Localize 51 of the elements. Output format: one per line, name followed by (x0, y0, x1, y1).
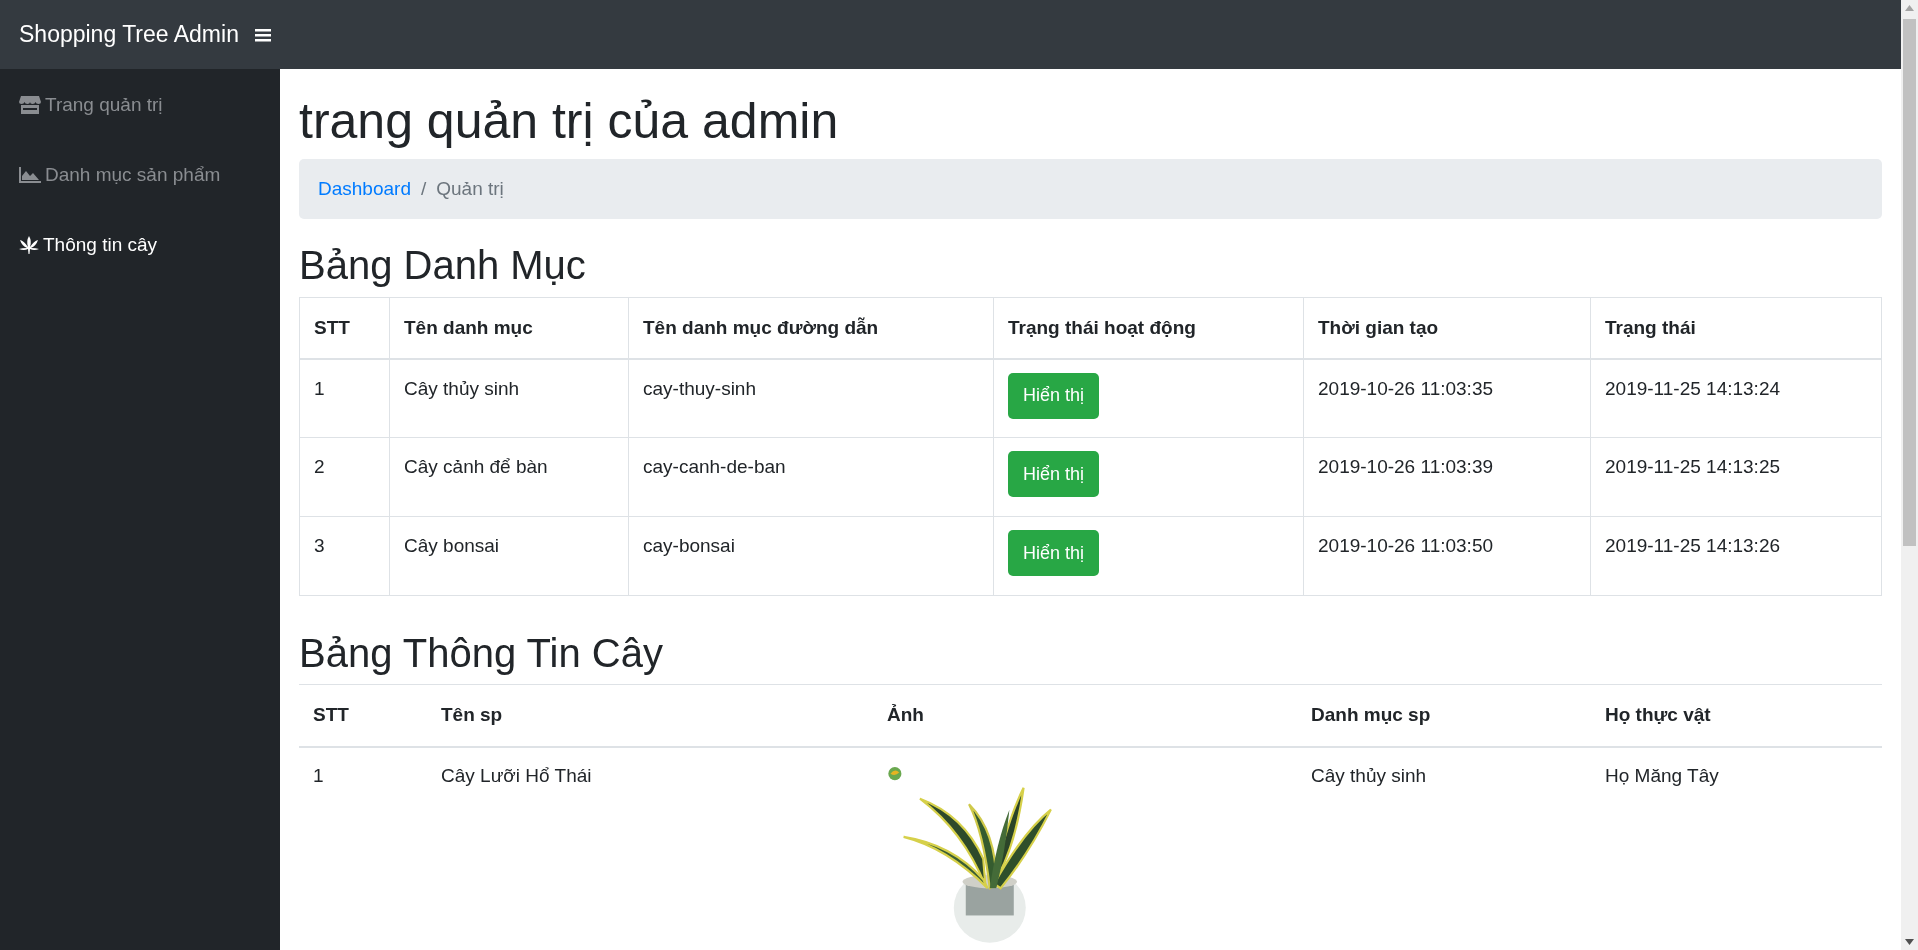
table-cell: 2019-10-26 11:03:50 (1303, 516, 1591, 596)
table-cell: 2 (299, 437, 390, 517)
scrollbar[interactable] (1901, 0, 1918, 950)
scrollbar-thumb[interactable] (1903, 19, 1916, 546)
column-header: Thời gian tạo (1303, 297, 1591, 359)
table-cell: Cây thủy sinh (389, 358, 629, 438)
table-cell: Cây bonsai (389, 516, 629, 596)
table-cell: Cây cảnh để bàn (389, 437, 629, 517)
column-header: STT (299, 297, 390, 359)
scroll-down-icon[interactable] (1905, 939, 1914, 945)
section-heading: Bảng Thông Tin Cây (299, 630, 664, 677)
breadcrumb-current: Quản trị (436, 176, 504, 201)
table-cell: 1 (299, 358, 390, 438)
column-header: Trạng thái hoạt động (993, 297, 1304, 359)
table-cell: cay-thuy-sinh (628, 358, 994, 438)
breadcrumb-separator: / (419, 176, 428, 201)
menu-icon[interactable] (254, 27, 271, 42)
store-icon (19, 96, 41, 114)
table-cell: Cây thủy sinh (1297, 746, 1591, 947)
table-cell: 3 (299, 516, 390, 596)
brand-link[interactable]: Shopping Tree Admin (19, 17, 239, 52)
leaf-icon (19, 236, 39, 254)
column-header: Họ thực vật (1591, 684, 1882, 747)
table-cell: 2019-10-26 11:03:39 (1303, 437, 1591, 517)
scroll-up-icon[interactable] (1905, 5, 1914, 11)
section-heading: Bảng Danh Mục (299, 242, 587, 289)
breadcrumb-link[interactable]: Dashboard (318, 174, 411, 204)
table-cell: cay-canh-de-ban (628, 437, 994, 517)
table-cell: 1 (299, 746, 427, 947)
area-chart-icon (19, 167, 41, 183)
table-cell: 2019-11-25 14:13:25 (1590, 437, 1882, 517)
table-cell: 2019-11-25 14:13:26 (1590, 516, 1882, 596)
sidebar-item[interactable]: Thông tin cây (0, 210, 280, 280)
column-header: STT (299, 684, 427, 747)
show-button[interactable]: Hiển thị (1008, 530, 1100, 576)
sidebar-item[interactable]: Danh mục sản phẩm (0, 140, 280, 210)
column-header: Tên sp (427, 684, 873, 747)
table-cell: Cây Lưỡi Hổ Thái (427, 746, 873, 947)
column-header: Tên danh mục đường dẫn (628, 297, 994, 359)
show-button[interactable]: Hiển thị (1008, 372, 1100, 419)
column-header: Trạng thái (1590, 297, 1882, 359)
table-cell: cay-bonsai (628, 516, 994, 596)
show-button[interactable]: Hiển thị (1008, 451, 1100, 497)
table-cell: 2019-10-26 11:03:35 (1303, 358, 1591, 438)
table-cell: Họ Măng Tây (1591, 746, 1882, 947)
table-cell: 2019-11-25 14:13:24 (1590, 358, 1882, 438)
sidebar-item[interactable]: Trang quản trị (0, 70, 280, 140)
column-header: Danh mục sp (1297, 684, 1591, 747)
column-header: Ảnh (873, 684, 1297, 747)
column-header: Tên danh mục (389, 297, 629, 359)
page-title: trang quản trị của admin (299, 92, 840, 151)
